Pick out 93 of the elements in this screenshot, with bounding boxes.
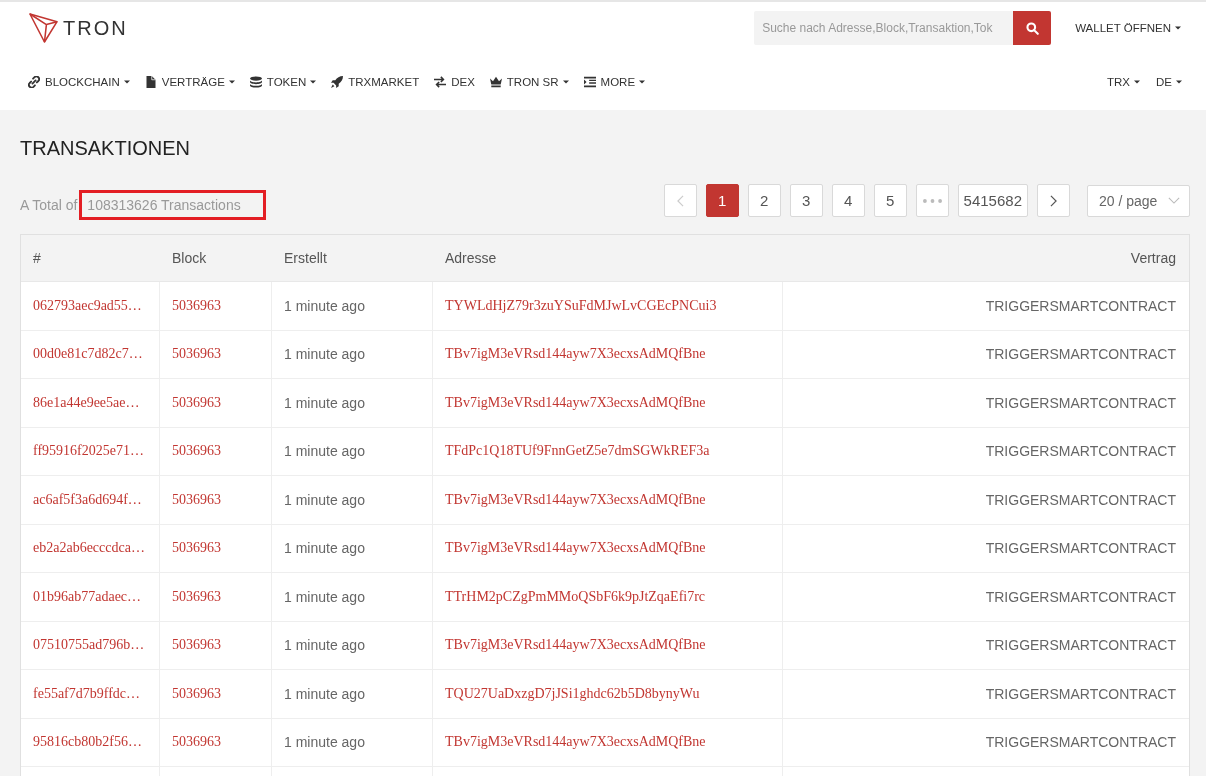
address-link[interactable]: TBv7igM3eVRsd144ayw7X3ecxsAdMQfBne bbox=[445, 540, 706, 557]
block-link[interactable]: 5036963 bbox=[172, 346, 221, 363]
address-link[interactable]: TBv7igM3eVRsd144ayw7X3ecxsAdMQfBne bbox=[445, 637, 706, 654]
transaction-hash-link[interactable]: ac6af5f3a6d694f… bbox=[33, 491, 142, 508]
contract-type: TRIGGERSMARTCONTRACT bbox=[985, 443, 1176, 460]
indent-list-icon bbox=[583, 76, 596, 88]
page-size-select[interactable]: 20 / page bbox=[1087, 184, 1190, 217]
block-link[interactable]: 5036963 bbox=[172, 491, 221, 508]
created-time: 1 minute ago bbox=[284, 588, 365, 605]
nav-menu-item[interactable]: VERTRÄGE bbox=[144, 76, 235, 88]
nav-menu-item[interactable]: TRX bbox=[1107, 76, 1140, 88]
block-link[interactable]: 5036963 bbox=[172, 637, 221, 654]
chevron-down-icon bbox=[1168, 197, 1180, 204]
crown-icon bbox=[489, 76, 502, 88]
column-header: Block bbox=[172, 250, 207, 266]
block-link[interactable]: 5036963 bbox=[172, 734, 221, 751]
created-time: 1 minute ago bbox=[284, 346, 365, 363]
contract-type: TRIGGERSMARTCONTRACT bbox=[985, 394, 1176, 411]
column-header: # bbox=[33, 250, 41, 266]
contract-type: TRIGGERSMARTCONTRACT bbox=[985, 637, 1176, 654]
column-header: Vertrag bbox=[1130, 250, 1176, 266]
contract-type: TRIGGERSMARTCONTRACT bbox=[985, 491, 1176, 508]
nav-menu-item[interactable]: DEX bbox=[434, 76, 475, 88]
search-icon bbox=[1025, 21, 1039, 35]
contract-type: TRIGGERSMARTCONTRACT bbox=[985, 685, 1176, 702]
created-time: 1 minute ago bbox=[284, 734, 365, 751]
block-link[interactable]: 5036963 bbox=[172, 540, 221, 557]
contract-type: TRIGGERSMARTCONTRACT bbox=[985, 734, 1176, 751]
triangle-logo-icon[interactable] bbox=[29, 13, 58, 43]
rocket-icon bbox=[331, 76, 344, 88]
transaction-count: 108313626 Transactions bbox=[87, 195, 241, 214]
nav-menu-item[interactable]: DE bbox=[1156, 76, 1182, 88]
address-link[interactable]: TBv7igM3eVRsd144ayw7X3ecxsAdMQfBne bbox=[445, 394, 706, 411]
swap-arrows-icon bbox=[434, 76, 447, 88]
ellipsis-icon bbox=[922, 198, 942, 203]
page-button[interactable]: 3 bbox=[789, 184, 823, 217]
more-pages-button[interactable] bbox=[915, 184, 949, 217]
column-header: Erstellt bbox=[284, 250, 327, 266]
block-link[interactable]: 5036963 bbox=[172, 588, 221, 605]
created-time: 1 minute ago bbox=[284, 394, 365, 411]
page-button[interactable]: 4 bbox=[831, 184, 865, 217]
column-header: Adresse bbox=[445, 250, 497, 266]
nav-menu-item[interactable]: BLOCKCHAIN bbox=[28, 76, 130, 88]
search-button[interactable] bbox=[1013, 11, 1052, 45]
transaction-hash-link[interactable]: 95816cb80b2f56… bbox=[33, 734, 142, 751]
created-time: 1 minute ago bbox=[284, 297, 365, 314]
page-title: TRANSAKTIONEN bbox=[20, 136, 192, 161]
logo-wordmark[interactable]: TRON bbox=[63, 17, 128, 39]
wallet-menu[interactable]: WALLET ÖFFNEN bbox=[1075, 22, 1181, 34]
search-field[interactable]: Suche nach Adresse,Block,Transaktion,Tok bbox=[754, 11, 1014, 45]
chevron-right-icon bbox=[1050, 194, 1057, 207]
address-link[interactable]: TFdPc1Q18TUf9FnnGetZ5e7dmSGWkREF3a bbox=[445, 443, 710, 460]
nav-menu-item[interactable]: TRON SR bbox=[489, 76, 569, 88]
created-time: 1 minute ago bbox=[284, 685, 365, 702]
address-link[interactable]: TTrHM2pCZgPmMMoQSbF6k9pJtZqaEfi7rc bbox=[445, 588, 706, 605]
created-time: 1 minute ago bbox=[284, 491, 365, 508]
transaction-hash-link[interactable]: ff95916f2025e71… bbox=[33, 443, 144, 460]
link-icon bbox=[28, 76, 40, 88]
transaction-hash-link[interactable]: 07510755ad796b… bbox=[33, 637, 145, 654]
coins-icon bbox=[249, 76, 262, 88]
created-time: 1 minute ago bbox=[284, 540, 365, 557]
next-page-button[interactable] bbox=[1037, 184, 1070, 217]
transaction-hash-link[interactable]: fe55af7d7b9ffdc… bbox=[33, 685, 141, 702]
page-button[interactable]: 5415682 bbox=[957, 184, 1028, 217]
contract-type: TRIGGERSMARTCONTRACT bbox=[985, 588, 1176, 605]
address-link[interactable]: TBv7igM3eVRsd144ayw7X3ecxsAdMQfBne bbox=[445, 734, 706, 751]
transaction-hash-link[interactable]: eb2a2ab6ecccdca… bbox=[33, 540, 145, 557]
contract-type: TRIGGERSMARTCONTRACT bbox=[985, 346, 1176, 363]
transaction-hash-link[interactable]: 00d0e81c7d82c7… bbox=[33, 346, 143, 363]
created-time: 1 minute ago bbox=[284, 637, 365, 654]
page-button[interactable]: 1 bbox=[705, 184, 739, 217]
address-link[interactable]: TBv7igM3eVRsd144ayw7X3ecxsAdMQfBne bbox=[445, 346, 706, 363]
contract-type: TRIGGERSMARTCONTRACT bbox=[985, 297, 1176, 314]
page-button[interactable]: 5 bbox=[873, 184, 907, 217]
page-button[interactable]: 2 bbox=[747, 184, 781, 217]
transaction-hash-link[interactable]: 062793aec9ad55… bbox=[33, 297, 142, 314]
nav-menu-item[interactable]: MORE bbox=[583, 76, 646, 88]
address-link[interactable]: TQU27UaDxzgD7jJSi1ghdc62b5D8bynyWu bbox=[445, 685, 700, 702]
block-link[interactable]: 5036963 bbox=[172, 297, 221, 314]
contract-type: TRIGGERSMARTCONTRACT bbox=[985, 540, 1176, 557]
created-time: 1 minute ago bbox=[284, 443, 365, 460]
nav-menu-item[interactable]: TRXMARKET bbox=[331, 76, 420, 88]
document-icon bbox=[144, 76, 157, 88]
chevron-left-icon bbox=[676, 194, 684, 207]
block-link[interactable]: 5036963 bbox=[172, 685, 221, 702]
block-link[interactable]: 5036963 bbox=[172, 443, 221, 460]
nav-menu-item[interactable]: TOKEN bbox=[249, 76, 317, 88]
block-link[interactable]: 5036963 bbox=[172, 394, 221, 411]
transaction-hash-link[interactable]: 86e1a44e9ee5ae… bbox=[33, 394, 140, 411]
transaction-hash-link[interactable]: 01b96ab77adaec… bbox=[33, 588, 142, 605]
address-link[interactable]: TBv7igM3eVRsd144ayw7X3ecxsAdMQfBne bbox=[445, 491, 706, 508]
total-label: A Total of bbox=[20, 196, 78, 213]
address-link[interactable]: TYWLdHjZ79r3zuYSuFdMJwLvCGEcPNCui3 bbox=[445, 297, 717, 314]
